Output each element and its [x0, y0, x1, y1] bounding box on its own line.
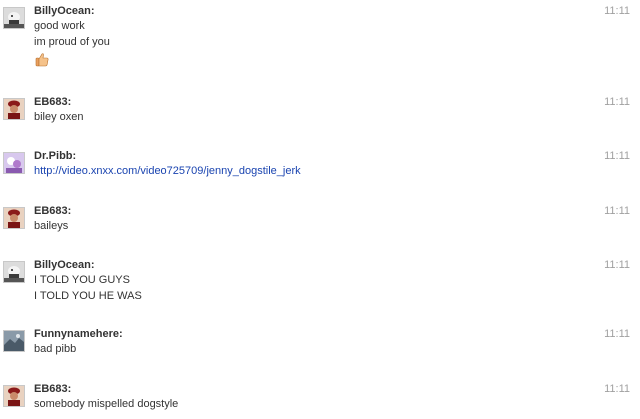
billyocean-avatar[interactable] [3, 261, 25, 283]
message-text: baileys [34, 220, 69, 232]
message-timestamp: 11:11 [604, 205, 630, 217]
message-sender: Dr.Pibb: [34, 150, 77, 162]
message-text: im proud of you [34, 36, 110, 48]
funnynamehere-avatar[interactable] [3, 330, 25, 352]
message-text: bad pibb [34, 343, 77, 355]
message-timestamp: 11:11 [604, 96, 630, 108]
message-timestamp: 11:11 [604, 259, 630, 271]
message-timestamp: 11:11 [604, 5, 630, 17]
message-text: I TOLD YOU GUYS [34, 274, 130, 286]
eb683-avatar[interactable] [3, 98, 25, 120]
message-timestamp: 11:11 [604, 150, 630, 162]
message-sender: Funnynamehere: [34, 328, 123, 340]
message-sender: EB683: [34, 383, 72, 395]
message-sender: BillyOcean: [34, 5, 95, 17]
message-sender: BillyOcean: [34, 259, 95, 271]
message-text: biley oxen [34, 111, 84, 123]
message-sender: EB683: [34, 205, 72, 217]
message-sender: EB683: [34, 96, 72, 108]
message-link[interactable]: http://video.xnxx.com/video725709/jenny_… [34, 165, 301, 177]
eb683-avatar[interactable] [3, 207, 25, 229]
billyocean-avatar[interactable] [3, 7, 25, 29]
message-text: I TOLD YOU HE WAS [34, 290, 142, 302]
drpibb-avatar[interactable] [3, 152, 25, 174]
eb683-avatar[interactable] [3, 385, 25, 407]
thumbs-up-icon [34, 52, 50, 68]
message-text: good work [34, 20, 85, 32]
message-text: somebody mispelled dogstyle [34, 398, 179, 410]
message-timestamp: 11:11 [604, 383, 630, 395]
message-timestamp: 11:11 [604, 328, 630, 340]
